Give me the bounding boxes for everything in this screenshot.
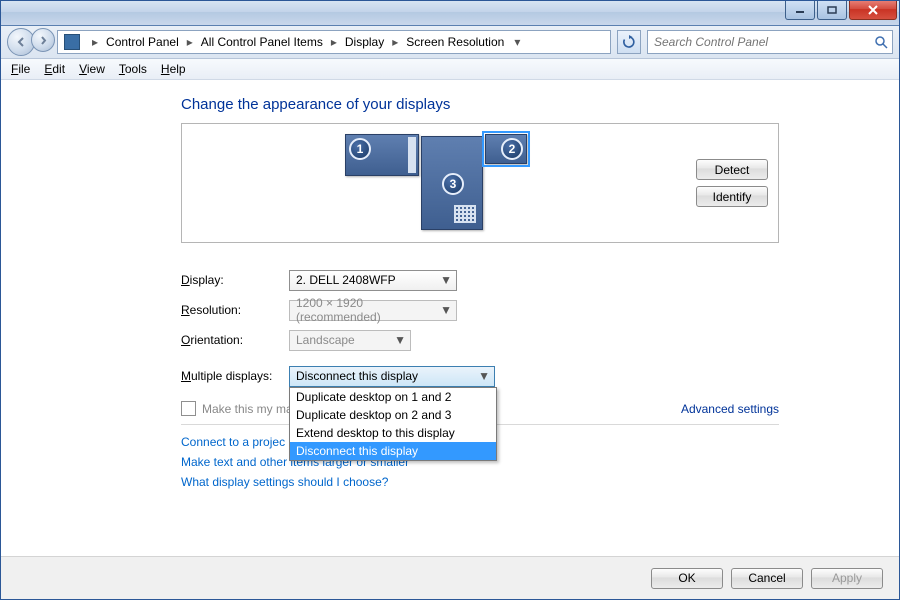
content-area: Change the appearance of your displays 1… [1,80,899,556]
breadcrumb[interactable]: ▸ Control Panel ▸ All Control Panel Item… [57,30,611,54]
minimize-button[interactable] [785,1,815,20]
chevron-right-icon: ▸ [187,35,193,49]
menu-bar: File Edit View Tools Help [1,59,899,80]
arrow-right-icon [39,36,48,45]
taskbar-icon [408,137,416,173]
maximize-button[interactable] [817,1,847,20]
dd-option-duplicate-2-3[interactable]: Duplicate desktop on 2 and 3 [290,406,496,424]
display-select[interactable]: 2. DELL 2408WFP ▼ [289,270,457,291]
display-arrangement-box: 1 3 2 Detect Identify [181,123,779,243]
chevron-down-icon: ▼ [440,273,452,287]
display-1[interactable]: 1 [345,134,419,176]
display-select-value: 2. DELL 2408WFP [296,273,396,287]
dd-option-duplicate-1-2[interactable]: Duplicate desktop on 1 and 2 [290,388,496,406]
label-multiple-displays: Multiple displays: [181,369,289,383]
taskbar-icon [454,205,476,223]
settings-rows: Display: 2. DELL 2408WFP ▼ Resolution: 1… [181,265,779,391]
ok-button[interactable]: OK [651,568,723,589]
arrow-left-icon [16,37,26,47]
label-orientation: Orientation: [181,333,289,347]
menu-file[interactable]: File [5,60,36,78]
crumb-all-items[interactable]: All Control Panel Items [195,31,329,53]
crumb-display[interactable]: Display [339,31,390,53]
menu-edit[interactable]: Edit [38,60,71,78]
minimize-icon [795,6,805,14]
apply-button: Apply [811,568,883,589]
multiple-displays-dropdown: Duplicate desktop on 1 and 2 Duplicate d… [289,387,497,461]
label-display: Display: [181,273,289,287]
dd-option-disconnect[interactable]: Disconnect this display [290,442,496,460]
orientation-select: Landscape ▼ [289,330,411,351]
forward-button[interactable] [31,28,55,52]
address-bar: ▸ Control Panel ▸ All Control Panel Item… [1,26,899,59]
chevron-right-icon: ▸ [392,35,398,49]
dd-option-extend[interactable]: Extend desktop to this display [290,424,496,442]
label-resolution: Resolution: [181,303,289,317]
search-box[interactable] [647,30,893,54]
close-button[interactable] [849,1,897,20]
link-what-settings[interactable]: What display settings should I choose? [181,475,779,489]
resolution-select-value: 1200 × 1920 (recommended) [296,296,440,324]
control-panel-icon [64,34,80,50]
menu-tools[interactable]: Tools [113,60,153,78]
dialog-footer: OK Cancel Apply [1,556,899,599]
resolution-select: 1200 × 1920 (recommended) ▼ [289,300,457,321]
display-3[interactable]: 3 [421,136,483,230]
crumb-control-panel[interactable]: Control Panel [100,31,185,53]
breadcrumb-dropdown[interactable]: ▾ [510,35,524,49]
display-number-badge: 2 [501,138,523,160]
nav-buttons [7,28,51,56]
chevron-down-icon: ▼ [478,369,490,383]
advanced-settings-link[interactable]: Advanced settings [681,402,779,416]
display-arrangement[interactable]: 1 3 2 [192,128,680,238]
orientation-select-value: Landscape [296,333,355,347]
search-input[interactable] [652,34,874,50]
titlebar [1,1,899,26]
display-number-badge: 3 [442,173,464,195]
refresh-icon [622,35,636,49]
make-main-label: Make this my ma [202,402,293,416]
refresh-button[interactable] [617,30,641,54]
page-title: Change the appearance of your displays [181,96,779,113]
multiple-displays-value: Disconnect this display [296,369,418,383]
search-icon [874,35,888,49]
make-main-checkbox [181,401,196,416]
identify-button[interactable]: Identify [696,186,768,207]
crumb-screen-resolution[interactable]: Screen Resolution [400,31,510,53]
chevron-right-icon: ▸ [331,35,337,49]
display-buttons: Detect Identify [680,159,768,207]
detect-button[interactable]: Detect [696,159,768,180]
menu-view[interactable]: View [73,60,111,78]
menu-help[interactable]: Help [155,60,192,78]
multiple-displays-select[interactable]: Disconnect this display ▼ Duplicate desk… [289,366,495,387]
display-number-badge: 1 [349,138,371,160]
maximize-icon [827,6,837,14]
chevron-down-icon: ▼ [440,303,452,317]
close-icon [867,5,879,15]
chevron-right-icon: ▸ [92,35,98,49]
screen-resolution-window: ▸ Control Panel ▸ All Control Panel Item… [0,0,900,600]
display-2-selected[interactable]: 2 [485,134,527,164]
cancel-button[interactable]: Cancel [731,568,803,589]
chevron-down-icon: ▼ [394,333,406,347]
